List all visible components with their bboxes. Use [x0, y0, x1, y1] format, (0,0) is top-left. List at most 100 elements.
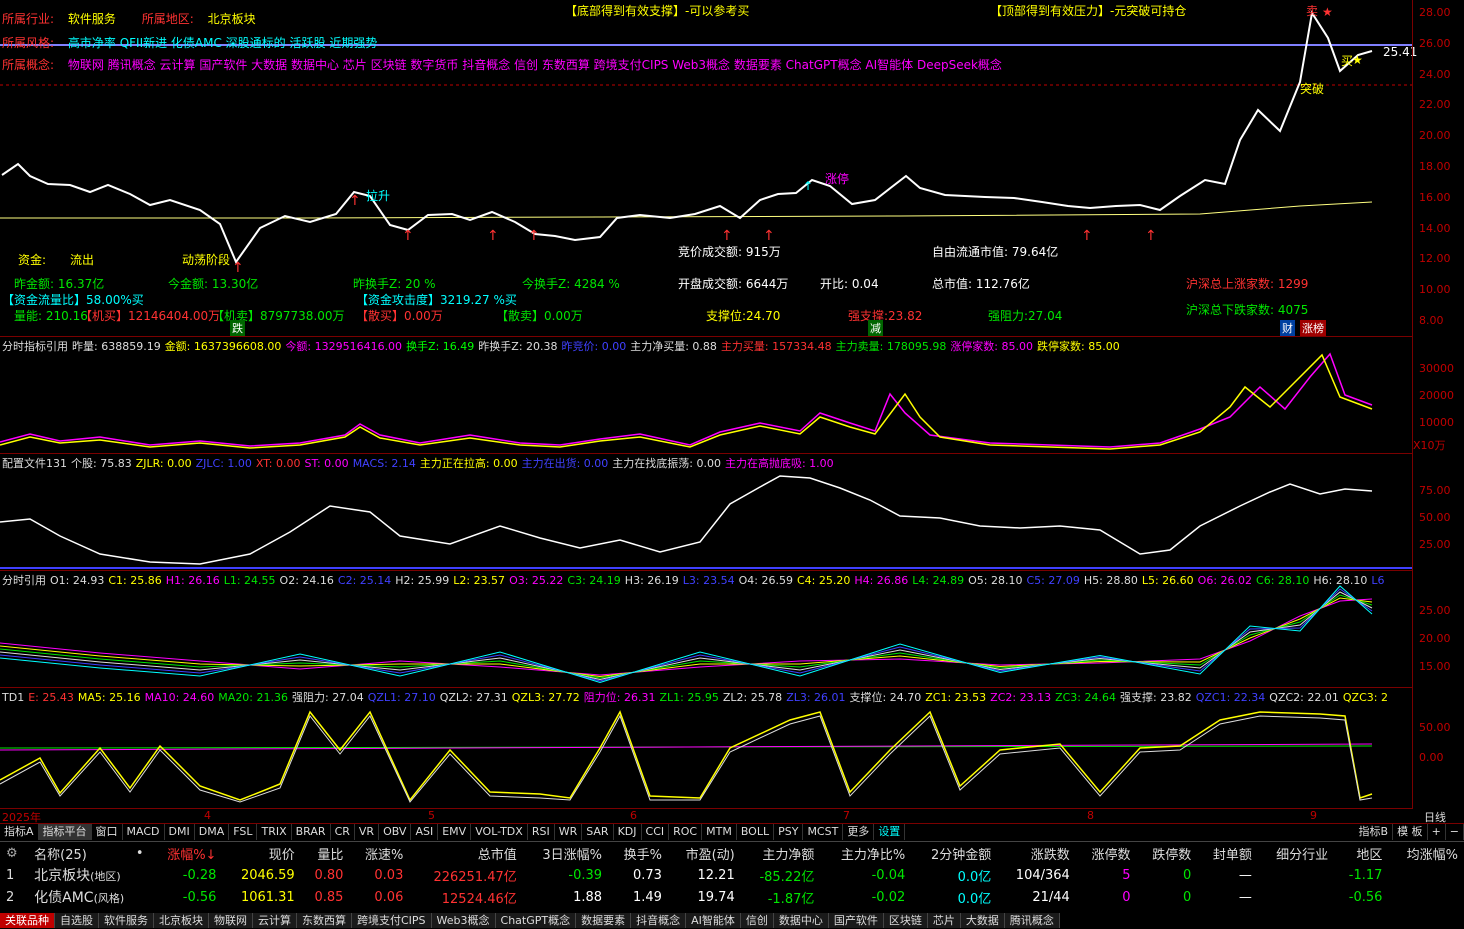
bottom-tab[interactable]: 自选股 [55, 913, 99, 928]
p4-value: 强阻力: 27.04 [292, 691, 364, 704]
table-cell: -0.28 [182, 867, 217, 883]
bottom-tab[interactable]: 腾讯概念 [1004, 913, 1060, 928]
indicator-tab[interactable]: EMV [438, 824, 472, 840]
indicator-tab[interactable]: CCI [642, 824, 670, 840]
indicator-tab[interactable]: VOL-TDX [471, 824, 528, 840]
indicator-panel-2[interactable]: 配置文件131 个股: 75.83 ZJLR: 0.00 ZJLC: 1.00 XT: … [0, 454, 1412, 571]
bottom-tab[interactable]: Web3概念 [431, 913, 496, 928]
indicator-panel-3[interactable]: 分时引用 O1: 24.93 C1: 25.86 H1: 26.16 L1: 24.55… [0, 571, 1412, 688]
period-label[interactable]: 日线 [1424, 809, 1446, 825]
column-header[interactable]: 现价 [222, 842, 300, 864]
bottom-tab[interactable]: 抖音概念 [631, 913, 687, 928]
style-label: 所属风格: [2, 36, 55, 50]
indicator-tab[interactable]: ROC [669, 824, 703, 840]
bottom-tab[interactable]: 东数西算 [297, 913, 352, 928]
column-header[interactable]: 2分钟金额 [911, 842, 997, 864]
indicator-tab-right[interactable]: 指标B [1355, 824, 1394, 840]
bottom-tab[interactable]: 国产软件 [828, 913, 884, 928]
bottom-tab[interactable]: 芯片 [927, 913, 961, 928]
column-header[interactable]: 涨速% [349, 842, 409, 864]
p3-value: L2: 23.57 [453, 574, 506, 587]
column-header[interactable]: 封单额 [1197, 842, 1258, 864]
table-row[interactable]: 2 化债AMC(风格) -0.56 1061.31 0.85 0.06 12524.46亿 1… [0, 886, 1464, 908]
indicator-tab[interactable]: WR [555, 824, 583, 840]
qiangzhicheng: 强支撑:23.82 [848, 309, 923, 323]
indicator-tab[interactable]: FSL [229, 824, 258, 840]
indicator-tab-right[interactable]: − [1446, 824, 1464, 840]
indicator-panel-4[interactable]: TD1 E: 25.43 MA5: 25.16 MA10: 24.60 MA20: 21… [0, 688, 1412, 809]
indicator-tab[interactable]: BOLL [737, 824, 775, 840]
indicator-tab[interactable]: TRIX [257, 824, 292, 840]
p4-value: ZL2: 25.78 [722, 691, 783, 704]
indicator-tab[interactable]: MACD [123, 824, 165, 840]
kaipan: 开盘成交额: 6644万 [678, 277, 789, 291]
indicator-tab[interactable]: MTM [702, 824, 737, 840]
main-chart-panel[interactable]: ↑ ↑ ↑ ↑ ↑ ↑ ↑ ↑ ↑ ★ ★ ↑ 所属行业: 软件服务 所属地区: 北京板块 【底部得到… [0, 0, 1417, 337]
indicator-tab[interactable]: 设置 [874, 824, 906, 840]
table-cell: 21/44 [1032, 889, 1070, 905]
indicator-tab[interactable]: DMA [195, 824, 230, 840]
indicator-tab[interactable]: 更多 [843, 824, 875, 840]
column-header[interactable]: 名称(25) [28, 842, 121, 864]
indicator-tab[interactable]: BRAR [292, 824, 331, 840]
bottom-tab[interactable]: 信创 [740, 913, 774, 928]
column-header[interactable]: 细分行业 [1258, 842, 1334, 864]
indicator-tab[interactable]: CR [331, 824, 355, 840]
star-icon: ★ [1352, 53, 1363, 67]
bottom-tab[interactable]: 区块链 [883, 913, 928, 928]
bottom-tab[interactable]: 数据要素 [576, 913, 632, 928]
indicator-tab[interactable]: VR [355, 824, 380, 840]
column-header[interactable]: 主力净额 [741, 842, 821, 864]
table-cell [1258, 886, 1334, 908]
bottom-tab[interactable]: 大数据 [960, 913, 1005, 928]
column-header[interactable]: 总市值 [409, 842, 522, 864]
bottom-tab[interactable]: 云计算 [253, 913, 297, 928]
bottom-tab[interactable]: 软件服务 [99, 913, 154, 928]
row-type: (风格) [93, 892, 125, 905]
indicator-tab[interactable]: 窗口 [92, 824, 123, 840]
column-header[interactable]: • [121, 842, 149, 864]
row-type: (地区) [90, 870, 121, 883]
bottom-tab[interactable]: 数据中心 [773, 913, 829, 928]
column-header[interactable]: 涨跌数 [997, 842, 1076, 864]
bottom-tab[interactable]: 物联网 [209, 913, 253, 928]
column-header[interactable]: 跌停数 [1137, 842, 1198, 864]
indicator-tab[interactable]: ASI [411, 824, 439, 840]
indicator-tab-right[interactable]: + [1428, 824, 1446, 840]
gear-icon[interactable]: ⚙ [0, 842, 28, 864]
indicator-tab[interactable]: RSI [528, 824, 555, 840]
indicator-tab[interactable]: SAR [582, 824, 614, 840]
indicator-tab[interactable]: MCST [803, 824, 844, 840]
indicator-tab[interactable]: PSY [774, 824, 804, 840]
x-tick-label: 7 [843, 809, 850, 822]
p3-value: H2: 25.99 [395, 574, 450, 587]
column-header[interactable]: 主力净比% [820, 842, 911, 864]
p1-value: 主力卖量: 178095.98 [835, 340, 947, 353]
column-header[interactable]: 3日涨幅% [523, 842, 608, 864]
p3-value: C1: 25.86 [108, 574, 162, 587]
column-header[interactable]: 量比 [301, 842, 350, 864]
bottom-tab[interactable]: ChatGPT概念 [495, 913, 577, 928]
indicator-tab[interactable]: OBV [379, 824, 412, 840]
zhangbang-badge[interactable]: 涨榜 [1300, 320, 1326, 336]
column-header[interactable]: 地区 [1334, 842, 1388, 864]
cai-badge[interactable]: 财 [1280, 320, 1295, 336]
bottom-tab[interactable]: 跨境支付CIPS [352, 913, 432, 928]
indicator-tab[interactable]: KDJ [614, 824, 642, 840]
bottom-tab[interactable]: 北京板块 [154, 913, 209, 928]
indicator-tab[interactable]: DMI [165, 824, 195, 840]
indicator-tab[interactable]: 指标A [0, 824, 39, 840]
star-icon: ★ [1322, 5, 1333, 19]
indicator-tab[interactable]: 指标平台 [38, 824, 92, 840]
bottom-tab[interactable]: AI智能体 [686, 913, 741, 928]
column-header[interactable]: 涨停数 [1076, 842, 1137, 864]
table-row[interactable]: 1 北京板块(地区) -0.28 2046.59 0.80 0.03 226251.47亿 -… [0, 864, 1464, 886]
indicator-panel-1[interactable]: 分时指标引用 昨量: 638859.19 金额: 1637396608.00 今额: … [0, 337, 1412, 454]
column-header[interactable]: 均涨幅% [1388, 842, 1464, 864]
column-header[interactable]: 换手% [608, 842, 668, 864]
y-tick-label: 50.00 [1419, 511, 1451, 524]
column-header[interactable]: 市盈(动) [668, 842, 741, 864]
indicator-tab-right[interactable]: 模 板 [1393, 824, 1428, 840]
bottom-tab[interactable]: 关联品种 [0, 913, 55, 928]
column-header[interactable]: 涨幅%↓ [150, 842, 223, 864]
